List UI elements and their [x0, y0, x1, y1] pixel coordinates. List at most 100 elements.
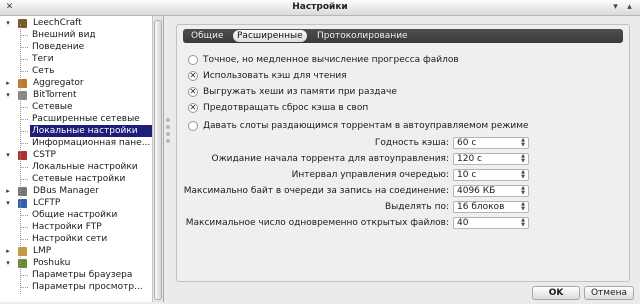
tree-plugin-item[interactable]: ▾ LeechCraft	[2, 17, 150, 29]
tree-plugin-item[interactable]: ▾ CSTP	[2, 149, 150, 161]
checkbox-label: Предотвращать сброс кэша в своп	[203, 103, 369, 113]
spin-arrows-icon[interactable]: ▲ ▼	[520, 202, 526, 212]
tree-item-label: LCFTP	[33, 198, 61, 208]
tree-subitem[interactable]: Настройки FTP	[30, 221, 152, 233]
spinbox-value: 10 с	[457, 170, 477, 180]
maximize-icon[interactable]: ▴	[624, 2, 635, 13]
checkbox-box[interactable]: ✕	[188, 71, 198, 81]
tree-subitem[interactable]: Информационная пане...	[30, 137, 152, 149]
collapse-icon[interactable]: ▾	[2, 89, 14, 101]
spin-arrows-icon[interactable]: ▲ ▼	[520, 186, 526, 196]
automan-wait-spinbox[interactable]: 120 с ▲ ▼	[453, 153, 529, 165]
tree-subitem[interactable]: Общие настройки	[30, 209, 152, 221]
tree-subitem[interactable]: Сеть	[30, 65, 152, 77]
tree-connector	[20, 227, 28, 228]
tree-item-label: Настройки FTP	[32, 222, 102, 232]
checkbox-label: Выгружать хеши из памяти при раздаче	[203, 87, 397, 97]
tree-guide-line	[20, 24, 21, 294]
checkbox-box[interactable]: ✕	[188, 103, 198, 113]
tree-plugin-item[interactable]: ▾ BitTorrent	[2, 89, 150, 101]
tree-item-label: LeechCraft	[33, 18, 82, 28]
tree-connector	[20, 167, 28, 168]
tree-item-label: BitTorrent	[33, 90, 77, 100]
spin-arrows-icon[interactable]: ▲ ▼	[520, 154, 526, 164]
tree-item-label: Теги	[32, 54, 54, 64]
tree-connector	[20, 59, 28, 60]
tree-item-label: Информационная пане...	[32, 138, 151, 148]
ok-button[interactable]: OK	[532, 286, 580, 300]
minimize-icon[interactable]: ▾	[610, 2, 621, 13]
tree-plugin-item[interactable]: ▸ LMP	[2, 245, 150, 257]
tree-item-label: Сеть	[32, 66, 55, 76]
allocate-by-spinbox[interactable]: 16 блоков ▲ ▼	[453, 201, 529, 213]
tree-connector	[20, 47, 28, 48]
tree-subitem[interactable]: Настройки сети	[30, 233, 152, 245]
collapse-icon[interactable]: ▾	[2, 257, 14, 269]
spin-arrows-icon[interactable]: ▲ ▼	[520, 170, 526, 180]
tree-item-label: Внешний вид	[32, 30, 96, 40]
label-max-open-files: Максимальное число одновременно открытых…	[185, 218, 449, 228]
tree-subitem[interactable]: Сетевые	[30, 101, 152, 113]
spinbox-value: 60 с	[457, 138, 477, 148]
spin-arrows-icon[interactable]: ▲ ▼	[520, 218, 526, 228]
tree-subitem[interactable]: Локальные настройки	[30, 125, 152, 137]
queue-interval-spinbox[interactable]: 10 с ▲ ▼	[453, 169, 529, 181]
checkbox-box[interactable]	[188, 121, 198, 131]
checkbox-label: Давать слоты раздающимся торрентам в авт…	[203, 121, 529, 131]
tree-item-label: Расширенные сетевые	[32, 114, 140, 124]
tree-subitem[interactable]: Поведение	[30, 41, 152, 53]
settings-panel: Общие Расширенные Протоколирование Точно…	[176, 24, 630, 282]
window-title: Настройки	[292, 2, 348, 12]
checkbox-box[interactable]	[188, 55, 198, 65]
checkbox-label: Использовать кэш для чтения	[203, 71, 347, 81]
tree-subitem[interactable]: Расширенные сетевые	[30, 113, 152, 125]
tree-subitem[interactable]: Теги	[30, 53, 152, 65]
cache-expiry-spinbox[interactable]: 60 с ▲ ▼	[453, 137, 529, 149]
collapse-icon[interactable]: ▾	[2, 197, 14, 209]
max-queued-bytes-spinbox[interactable]: 4096 КБ ▲ ▼	[453, 185, 529, 197]
spin-arrows-icon[interactable]: ▲ ▼	[520, 138, 526, 148]
label-queue-interval: Интервал управления очередью:	[291, 170, 449, 180]
tree-item-label: LMP	[33, 246, 52, 256]
tree-subitem[interactable]: Внешний вид	[30, 29, 152, 41]
expand-icon[interactable]: ▸	[2, 77, 14, 89]
tree-item-label: DBus Manager	[33, 186, 99, 196]
cancel-button[interactable]: Отмена	[584, 286, 634, 300]
tree-connector	[20, 275, 28, 276]
splitter-handle[interactable]	[166, 118, 170, 144]
checkbox-box[interactable]: ✕	[188, 87, 198, 97]
tree-subitem[interactable]: Параметры просмотр...	[30, 281, 152, 293]
expand-icon[interactable]: ▸	[2, 245, 14, 257]
tree-subitem[interactable]: Сетевые настройки	[30, 173, 152, 185]
tree-item-label: Настройки сети	[32, 234, 108, 244]
tree-connector	[20, 107, 28, 108]
tree-plugin-item[interactable]: ▾ LCFTP	[2, 197, 150, 209]
tree-subitem[interactable]: Параметры браузера	[30, 269, 152, 281]
tree-plugin-item[interactable]: ▾ Poshuku	[2, 257, 150, 269]
collapse-icon[interactable]: ▾	[2, 149, 14, 161]
collapse-icon[interactable]: ▾	[2, 17, 14, 29]
tree-scrollbar-thumb[interactable]	[154, 20, 162, 300]
checkbox-label: Точное, но медленное вычисление прогресс…	[203, 55, 459, 65]
tree-item-label: Сетевые	[32, 102, 73, 112]
tree-plugin-item[interactable]: ▸ DBus Manager	[2, 185, 150, 197]
tree-plugin-item[interactable]: ▸ Aggregator	[2, 77, 150, 89]
expand-icon[interactable]: ▸	[2, 185, 14, 197]
tree-subitem[interactable]: Локальные настройки	[30, 161, 152, 173]
spinbox-value: 120 с	[457, 154, 482, 164]
tree-item-label: Поведение	[32, 42, 85, 52]
tree-connector	[20, 71, 28, 72]
tab-general[interactable]: Общие	[187, 30, 228, 42]
label-allocate-by: Выделять по:	[384, 202, 449, 212]
tree-item-label: Параметры браузера	[32, 270, 133, 280]
tree-connector	[20, 35, 28, 36]
tree-item-label: Параметры просмотр...	[32, 282, 143, 292]
settings-tree[interactable]: ▾ LeechCraft Внешний вид Поведение Теги Сеть ▸…	[0, 16, 164, 302]
tree-item-label: Poshuku	[33, 258, 71, 268]
tree-item-label: Общие настройки	[32, 210, 118, 220]
max-open-files-spinbox[interactable]: 40 ▲ ▼	[453, 217, 529, 229]
tree-scrollbar[interactable]	[152, 16, 163, 302]
tab-logging[interactable]: Протоколирование	[313, 30, 412, 42]
tree-connector	[20, 215, 28, 216]
tab-advanced[interactable]: Расширенные	[233, 30, 307, 42]
